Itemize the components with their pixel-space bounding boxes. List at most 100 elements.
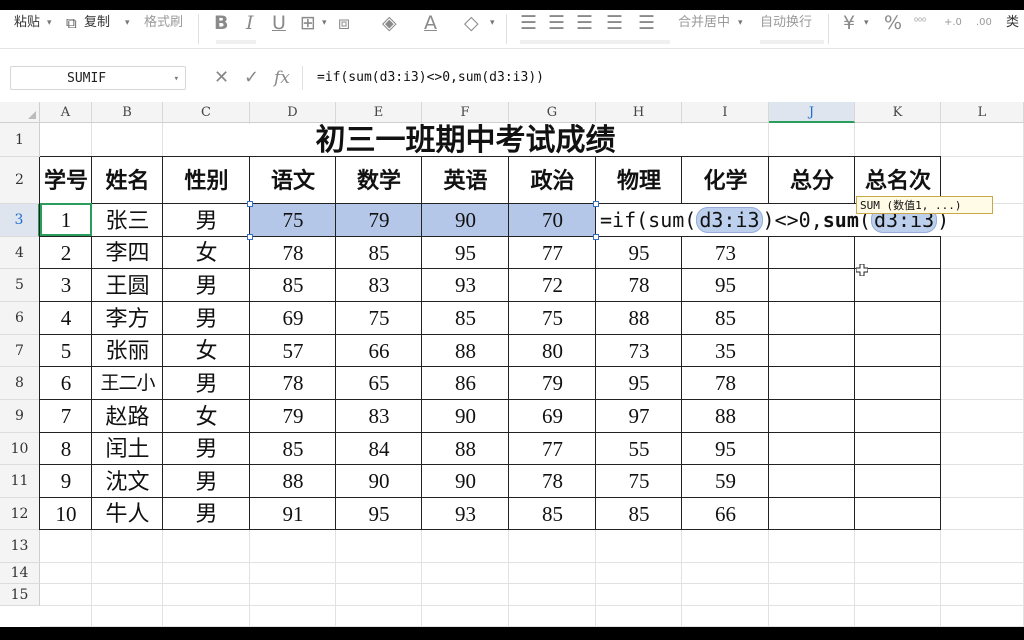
data-cell[interactable]: 75	[250, 204, 336, 237]
currency-button[interactable]: ¥	[843, 12, 855, 34]
data-cell[interactable]: 男	[163, 269, 250, 302]
data-cell[interactable]: 85	[596, 498, 682, 530]
more-button[interactable]: 类	[1006, 12, 1019, 34]
column-header-g[interactable]: G	[509, 102, 596, 123]
copy-button[interactable]: 复制	[84, 12, 110, 34]
data-cell[interactable]: 90	[422, 204, 509, 237]
column-header-f[interactable]: F	[422, 102, 509, 123]
select-all-corner[interactable]	[0, 102, 40, 123]
data-cell[interactable]: 85	[336, 237, 422, 269]
data-cell[interactable]: 李方	[92, 302, 163, 335]
data-cell[interactable]: 57	[250, 335, 336, 367]
data-cell[interactable]: 75	[596, 465, 682, 498]
data-cell[interactable]: 97	[596, 400, 682, 433]
merge-dropdown-icon[interactable]: ▾	[738, 12, 743, 34]
data-cell[interactable]: 93	[422, 498, 509, 530]
name-box-dropdown-icon[interactable]: ▾	[174, 67, 179, 91]
name-box[interactable]: SUMIF ▾	[10, 66, 186, 90]
data-cell[interactable]: 95	[596, 367, 682, 400]
column-header-b[interactable]: B	[92, 102, 163, 123]
row-header-8[interactable]: 8	[0, 367, 40, 400]
data-cell[interactable]: 5	[40, 335, 92, 367]
data-cell[interactable]: 78	[250, 237, 336, 269]
row-header-1[interactable]: 1	[0, 123, 40, 157]
data-cell[interactable]: 88	[250, 465, 336, 498]
data-cell[interactable]: 55	[596, 433, 682, 465]
data-cell[interactable]: 男	[163, 433, 250, 465]
row-header-9[interactable]: 9	[0, 400, 40, 433]
data-cell[interactable]: 84	[336, 433, 422, 465]
data-cell[interactable]: 2	[40, 237, 92, 269]
data-cell[interactable]: 男	[163, 302, 250, 335]
data-cell[interactable]: 77	[509, 433, 596, 465]
data-cell[interactable]: 75	[336, 302, 422, 335]
decrease-decimal-button[interactable]: .00	[976, 12, 992, 34]
bold-button[interactable]: B	[214, 12, 228, 34]
range-handle[interactable]	[247, 201, 253, 207]
row-header-7[interactable]: 7	[0, 335, 40, 367]
align-left-icon[interactable]: ☰	[520, 12, 537, 34]
data-cell[interactable]: 85	[250, 433, 336, 465]
data-cell[interactable]: 牛人	[92, 498, 163, 530]
cancel-icon[interactable]: ✕	[214, 66, 229, 90]
worksheet-grid[interactable]: A B C D E F G H I J K L 1 2 3 4 5 6 7 8 9 10 11 12 13 14 15 初三一班期中考…	[0, 102, 1024, 627]
data-cell[interactable]: 72	[509, 269, 596, 302]
insert-function-icon[interactable]: fx	[274, 66, 290, 90]
data-cell[interactable]: 35	[682, 335, 769, 367]
data-cell[interactable]: 90	[336, 465, 422, 498]
column-header-l[interactable]: L	[941, 102, 1024, 123]
align-right-icon[interactable]: ☰	[576, 12, 593, 34]
data-cell[interactable]: 王二小	[92, 367, 163, 400]
data-cell[interactable]: 88	[422, 335, 509, 367]
data-cell[interactable]: 男	[163, 204, 250, 237]
data-cell[interactable]: 赵路	[92, 400, 163, 433]
data-cell[interactable]: 91	[250, 498, 336, 530]
formula-input[interactable]: =if(sum(d3:i3)<>0,sum(d3:i3))	[302, 66, 1024, 90]
fill-color-icon[interactable]: ◈	[382, 12, 397, 34]
data-cell[interactable]: 77	[509, 237, 596, 269]
data-cell[interactable]: 李四	[92, 237, 163, 269]
confirm-icon[interactable]: ✓	[244, 66, 259, 90]
data-cell[interactable]: 6	[40, 367, 92, 400]
data-cell[interactable]: 95	[422, 237, 509, 269]
header-cell[interactable]: 性别	[163, 157, 250, 204]
data-cell[interactable]: 9	[40, 465, 92, 498]
paste-dropdown-icon[interactable]: ▾	[47, 12, 52, 34]
justify-icon[interactable]: ☰	[606, 12, 623, 34]
italic-button[interactable]: I	[246, 12, 254, 34]
data-cell[interactable]: 95	[682, 433, 769, 465]
header-cell[interactable]: 数学	[336, 157, 422, 204]
data-cell[interactable]: 闰土	[92, 433, 163, 465]
thousands-button[interactable]: ⁰⁰⁰	[914, 12, 926, 34]
data-cell[interactable]: 88	[422, 433, 509, 465]
column-header-h[interactable]: H	[596, 102, 682, 123]
header-cell[interactable]: 政治	[509, 157, 596, 204]
column-header-j[interactable]: J	[769, 102, 855, 123]
data-cell[interactable]: 7	[40, 400, 92, 433]
data-cell[interactable]: 69	[250, 302, 336, 335]
header-cell[interactable]: 化学	[682, 157, 769, 204]
data-cell[interactable]: 78	[250, 367, 336, 400]
row-header-14[interactable]: 14	[0, 563, 40, 584]
data-cell[interactable]: 女	[163, 335, 250, 367]
currency-dropdown-icon[interactable]: ▾	[864, 12, 869, 34]
data-cell[interactable]: 66	[336, 335, 422, 367]
data-cell[interactable]: 86	[422, 367, 509, 400]
row-header-4[interactable]: 4	[0, 237, 40, 269]
data-cell[interactable]: 69	[509, 400, 596, 433]
row-header-12[interactable]: 12	[0, 498, 40, 530]
row-header-13[interactable]: 13	[0, 530, 40, 563]
data-cell[interactable]: 73	[596, 335, 682, 367]
data-cell[interactable]: 93	[422, 269, 509, 302]
copy-icon[interactable]: ⧉	[66, 12, 77, 34]
header-cell[interactable]: 总分	[769, 157, 855, 204]
row-header-10[interactable]: 10	[0, 433, 40, 465]
merge-center-button[interactable]: 合并居中	[678, 12, 730, 34]
wrap-text-button[interactable]: 自动换行	[760, 12, 812, 34]
data-cell[interactable]: 79	[509, 367, 596, 400]
data-cell[interactable]: 男	[163, 465, 250, 498]
data-cell[interactable]: 95	[682, 269, 769, 302]
data-cell[interactable]: 张丽	[92, 335, 163, 367]
data-cell[interactable]: 85	[422, 302, 509, 335]
range-handle[interactable]	[593, 234, 599, 240]
